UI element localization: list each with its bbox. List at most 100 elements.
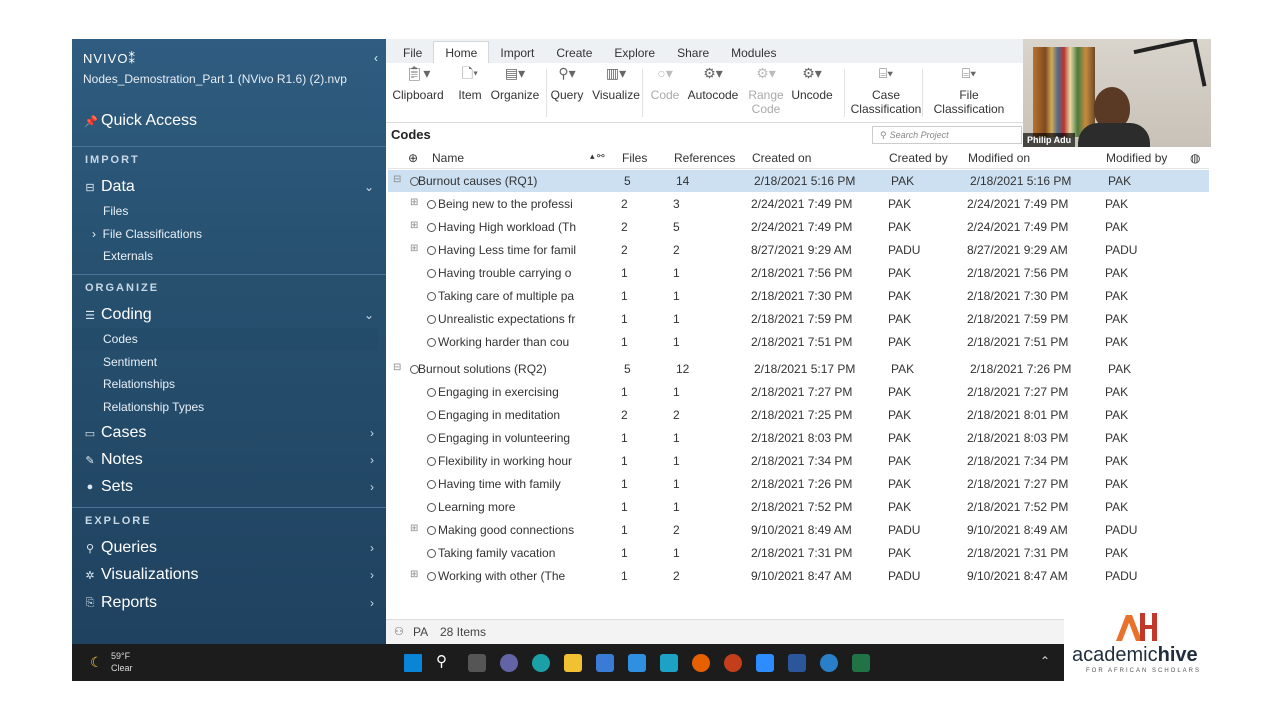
sidebar-group-cases[interactable]: ▭ Cases › xyxy=(84,424,374,442)
table-row[interactable]: Engaging in volunteering 1 1 2/18/2021 8:03… xyxy=(388,427,1209,449)
expand-toggle-icon[interactable]: ⊞ xyxy=(410,220,418,231)
clipboard-button[interactable]: 📋︎▾ Clipboard xyxy=(392,66,444,102)
sidebar-item-file-classifications[interactable]: › File Classifications xyxy=(92,227,202,241)
created-by: PAK xyxy=(891,362,915,376)
chevron-down-icon: ⌄ xyxy=(363,180,374,194)
expand-toggle-icon[interactable]: ⊞ xyxy=(410,569,418,580)
edge-icon[interactable] xyxy=(532,654,550,672)
table-row[interactable]: Flexibility in working hour 1 1 2/18/2021 7… xyxy=(388,450,1209,472)
table-row[interactable]: Taking care of multiple pa 1 1 2/18/2021 7:… xyxy=(388,285,1209,307)
table-row[interactable]: ⊞ Being new to the professi 2 3 2/24/2021 7:… xyxy=(388,193,1209,215)
visualize-button[interactable]: ▥▾ Visualize xyxy=(592,66,640,102)
case-classification-button[interactable]: ⌸▾ Case Classification xyxy=(848,66,924,116)
sidebar-group-visualizations[interactable]: ✲ Visualizations › xyxy=(84,566,374,584)
table-row[interactable]: Engaging in meditation 2 2 2/18/2021 7:25 P… xyxy=(388,404,1209,426)
organize-button[interactable]: ▤▾ Organize xyxy=(490,66,540,102)
collapse-sidebar-icon[interactable]: ‹ xyxy=(374,51,378,65)
code-node-icon xyxy=(427,290,436,304)
file-classification-button[interactable]: ⌸▾ File Classification xyxy=(932,66,1006,116)
quick-access[interactable]: 📌 Quick Access xyxy=(84,112,197,130)
files-count: 5 xyxy=(624,174,631,188)
customize-columns-icon[interactable]: ◍ xyxy=(1190,151,1200,165)
sidebar-group-coding[interactable]: ☰ Coding ⌄ xyxy=(84,306,374,324)
mail-icon[interactable] xyxy=(628,654,646,672)
sidebar-item-relationships[interactable]: Relationships xyxy=(103,377,175,391)
table-row[interactable]: ⊞ Making good connections 1 2 9/10/2021 8:49… xyxy=(388,519,1209,541)
column-header-created-on[interactable]: Created on xyxy=(752,151,811,165)
uncode-button[interactable]: ⚙▾ Uncode xyxy=(790,66,834,102)
sidebar-item-sentiment[interactable]: Sentiment xyxy=(103,355,157,369)
word-icon[interactable] xyxy=(788,654,806,672)
sidebar-item-codes[interactable]: Codes xyxy=(103,332,138,346)
table-row[interactable]: ⊟ Burnout causes (RQ1) 5 14 2/18/2021 5:16 P… xyxy=(388,170,1209,192)
created-by: PAK xyxy=(888,408,912,422)
sidebar-item-files[interactable]: Files xyxy=(103,204,128,218)
table-row[interactable]: ⊞ Having High workload (Th 2 5 2/24/2021 7:4… xyxy=(388,216,1209,238)
table-row[interactable]: Working harder than cou 1 1 2/18/2021 7:51 … xyxy=(388,331,1209,353)
column-header-modified-by[interactable]: Modified by xyxy=(1106,151,1167,165)
firefox-icon[interactable] xyxy=(692,654,710,672)
powerpoint-icon[interactable] xyxy=(724,654,742,672)
column-header-references[interactable]: References xyxy=(674,151,735,165)
table-row[interactable]: Learning more 1 1 2/18/2021 7:52 PM PAK 2/18/… xyxy=(388,496,1209,518)
expand-toggle-icon[interactable]: ⊞ xyxy=(410,523,418,534)
column-header-files[interactable]: Files xyxy=(622,151,647,165)
table-row[interactable]: ⊞ Having Less time for famil 2 2 8/27/2021 9… xyxy=(388,239,1209,261)
tab-file[interactable]: File xyxy=(392,42,433,63)
created-by: PAK xyxy=(888,289,912,303)
ribbon-button-label: Item xyxy=(458,88,482,102)
sidebar-group-sets[interactable]: ● Sets › xyxy=(84,478,374,496)
search-icon[interactable]: ⚲ xyxy=(436,652,454,670)
chevron-up-icon[interactable]: ⌃ xyxy=(1040,654,1050,668)
column-header-modified-on[interactable]: Modified on xyxy=(968,151,1030,165)
code-button[interactable]: ○▾ Code xyxy=(650,66,680,102)
sidebar-group-data[interactable]: ⊟ Data ⌄ xyxy=(84,178,374,196)
search-project-input[interactable]: ⚲ Search Project xyxy=(872,126,1022,144)
file-explorer-icon[interactable] xyxy=(564,654,582,672)
table-row[interactable]: Unrealistic expectations fr 1 1 2/18/2021 7… xyxy=(388,308,1209,330)
expand-toggle-icon[interactable]: ⊞ xyxy=(410,243,418,254)
autocode-button[interactable]: ⚙▾ Autocode xyxy=(686,66,740,102)
nvivo-taskbar-icon[interactable] xyxy=(820,654,838,672)
add-column-icon[interactable]: ⊕ xyxy=(408,151,418,165)
references-count: 12 xyxy=(676,362,690,376)
teams-icon[interactable] xyxy=(500,654,518,672)
sidebar-group-reports[interactable]: ⎘ Reports › xyxy=(84,594,374,612)
expand-toggle-icon[interactable]: ⊟ xyxy=(393,362,401,373)
tab-share[interactable]: Share xyxy=(666,42,720,63)
tab-import[interactable]: Import xyxy=(489,42,545,63)
created-by: PAK xyxy=(888,335,912,349)
table-row[interactable]: Taking family vacation 1 1 2/18/2021 7:31 P… xyxy=(388,542,1209,564)
sidebar-item-relationship-types[interactable]: Relationship Types xyxy=(103,400,204,414)
tab-home[interactable]: Home xyxy=(433,41,490,63)
sidebar-item-externals[interactable]: Externals xyxy=(103,249,153,263)
tab-modules[interactable]: Modules xyxy=(720,42,787,63)
code-node-icon xyxy=(427,570,436,584)
store-icon[interactable] xyxy=(596,654,614,672)
table-row[interactable]: Having time with family 1 1 2/18/2021 7:26 … xyxy=(388,473,1209,495)
sidebar-group-notes[interactable]: ✎ Notes › xyxy=(84,451,374,469)
expand-toggle-icon[interactable]: ⊞ xyxy=(410,197,418,208)
weather-widget[interactable]: ☾ 59°F Clear xyxy=(72,644,386,681)
table-row[interactable]: ⊟ Burnout solutions (RQ2) 5 12 2/18/2021 5:1… xyxy=(388,358,1209,380)
tab-explore[interactable]: Explore xyxy=(603,42,666,63)
windows-start-icon[interactable] xyxy=(404,654,422,672)
query-button[interactable]: ⚲▾ Query xyxy=(550,66,584,102)
zoom-icon[interactable] xyxy=(756,654,774,672)
table-row[interactable]: ⊞ Working with other (The 1 2 9/10/2021 8:47… xyxy=(388,565,1209,587)
task-view-icon[interactable] xyxy=(468,654,486,672)
sidebar-group-queries[interactable]: ⚲ Queries › xyxy=(84,539,374,557)
sort-icon[interactable]: ▴ ⚯ xyxy=(590,151,605,162)
column-header-name[interactable]: Name xyxy=(432,151,464,165)
code-name: Having Less time for famil xyxy=(438,243,577,257)
l-app-icon[interactable] xyxy=(660,654,678,672)
tab-create[interactable]: Create xyxy=(545,42,603,63)
table-row[interactable]: Having trouble carrying o 1 1 2/18/2021 7:5… xyxy=(388,262,1209,284)
item-button[interactable]: 🗋▾ Item xyxy=(456,66,484,102)
modified-on: 2/18/2021 7:51 PM xyxy=(967,335,1069,349)
table-row[interactable]: Engaging in exercising 1 1 2/18/2021 7:27 P… xyxy=(388,381,1209,403)
expand-toggle-icon[interactable]: ⊟ xyxy=(393,174,401,185)
range-code-button[interactable]: ⚙▾ Range Code xyxy=(748,66,784,116)
column-header-created-by[interactable]: Created by xyxy=(889,151,948,165)
excel-icon[interactable] xyxy=(852,654,870,672)
